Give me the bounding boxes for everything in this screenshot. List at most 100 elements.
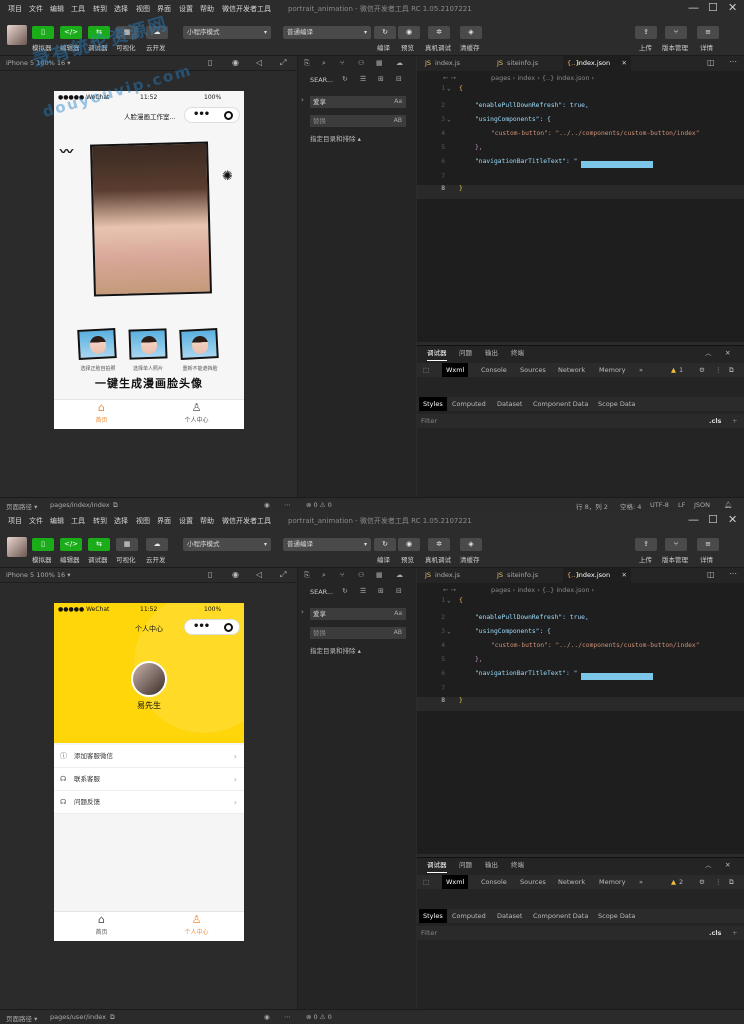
tab-debugger[interactable]: 调试器 xyxy=(427,346,447,361)
styles-filter[interactable]: Filter .cls + xyxy=(417,926,744,940)
real-debug-icon[interactable]: ✲ xyxy=(428,538,450,551)
tab-scope-data[interactable]: Scope Data xyxy=(598,909,635,923)
phone-icon[interactable]: ▯ xyxy=(208,58,212,67)
extensions-icon[interactable]: ▦ xyxy=(376,59,383,67)
cursor-position[interactable]: 行 8，列 2 xyxy=(576,501,608,511)
list-item-add-wechat[interactable]: ⓘ 添加客服微信 › xyxy=(54,745,244,768)
maximize-icon[interactable]: ☐ xyxy=(708,2,718,14)
close-icon[interactable]: ✕ xyxy=(728,514,737,526)
chevron-down-icon[interactable]: › xyxy=(301,96,304,104)
close-icon[interactable]: ✕ xyxy=(728,2,737,14)
version-icon[interactable]: ⑂ xyxy=(665,26,687,39)
close-mini-icon[interactable] xyxy=(224,111,233,120)
cloud-icon[interactable]: ☁ xyxy=(146,538,168,551)
minimize-icon[interactable]: — xyxy=(688,2,699,14)
chevron-up-icon[interactable]: ︿ xyxy=(705,858,712,872)
tab-index-json[interactable]: {..} index.json ✕ xyxy=(563,568,631,583)
upload-icon[interactable]: ⇪ xyxy=(635,26,657,39)
tab-index-json[interactable]: {..} index.json ✕ xyxy=(563,56,631,71)
cls-toggle[interactable]: .cls xyxy=(709,414,721,428)
close-mini-icon[interactable] xyxy=(224,623,233,632)
page-path-label[interactable]: 页面路径 ▾ xyxy=(6,501,37,511)
panel-console[interactable]: Console xyxy=(481,363,507,377)
new-search-icon[interactable]: ⊞ xyxy=(378,75,384,83)
tab-component-data[interactable]: Component Data xyxy=(533,909,588,923)
menu-settings[interactable]: 设置 xyxy=(179,516,193,526)
panel-more[interactable]: » xyxy=(639,363,643,377)
menu-file[interactable]: 文件 xyxy=(29,4,43,14)
settings-icon[interactable]: ⚙ xyxy=(699,363,705,377)
files-icon[interactable]: ⎘ xyxy=(304,59,310,68)
replace-all-label[interactable]: AB xyxy=(394,115,402,127)
more-icon[interactable]: ⋯ xyxy=(729,569,737,578)
menu-tools[interactable]: 工具 xyxy=(71,4,85,14)
tab-output[interactable]: 输出 xyxy=(485,858,498,872)
tab-debugger[interactable]: 调试器 xyxy=(427,858,447,873)
portrait-photo[interactable] xyxy=(90,141,212,297)
visual-icon[interactable]: ▦ xyxy=(116,538,138,551)
tab-home[interactable]: ⌂ 首页 xyxy=(54,914,149,937)
settings-icon[interactable]: ⚙ xyxy=(699,875,705,889)
menu-capsule[interactable]: ••• xyxy=(184,107,240,123)
chevron-down-icon[interactable]: › xyxy=(301,608,304,616)
panel-console[interactable]: Console xyxy=(481,875,507,889)
tab-terminal[interactable]: 终端 xyxy=(511,346,524,360)
issue-count[interactable]: ⊗ 0 ⚠ 0 xyxy=(306,1013,332,1021)
menu-wechat-devtools[interactable]: 微信开发者工具 xyxy=(222,516,271,526)
more-icon[interactable]: ⋯ xyxy=(284,501,291,509)
maximize-icon[interactable]: ☐ xyxy=(708,514,718,526)
upload-icon[interactable]: ⇪ xyxy=(635,538,657,551)
collapse-icon[interactable]: ⊟ xyxy=(396,75,402,83)
more-icon[interactable]: ⋯ xyxy=(729,57,737,66)
tab-problems[interactable]: 问题 xyxy=(459,858,472,872)
eol[interactable]: LF xyxy=(678,501,685,509)
kebab-icon[interactable]: ⋮ xyxy=(715,363,722,377)
indentation[interactable]: 空格: 4 xyxy=(620,501,641,511)
issue-count[interactable]: ⊗ 0 ⚠ 0 xyxy=(306,501,332,509)
panel-sources[interactable]: Sources xyxy=(520,363,546,377)
menu-project[interactable]: 项目 xyxy=(8,516,22,526)
eye-icon[interactable]: ◉ xyxy=(264,1013,270,1021)
files-icon[interactable]: ⎘ xyxy=(304,571,310,580)
menu-goto[interactable]: 转到 xyxy=(93,4,107,14)
fold-icon[interactable]: ⌄ xyxy=(447,116,451,123)
more-icon[interactable]: ⋯ xyxy=(284,1013,291,1021)
project-avatar[interactable] xyxy=(7,537,27,557)
panel-sources[interactable]: Sources xyxy=(520,875,546,889)
chevron-up-icon[interactable]: ︿ xyxy=(705,346,712,360)
bell-icon[interactable]: 🔔︎ xyxy=(724,501,732,509)
split-icon[interactable]: ◫ xyxy=(707,58,715,67)
menu-select[interactable]: 选择 xyxy=(114,516,128,526)
kebab-icon[interactable]: ⋮ xyxy=(715,875,722,889)
menu-goto[interactable]: 转到 xyxy=(93,516,107,526)
close-tab-icon[interactable]: ✕ xyxy=(622,568,627,583)
copy-icon[interactable]: ⧉ xyxy=(113,501,118,510)
tab-siteinfo-js[interactable]: JS siteinfo.js xyxy=(493,568,559,583)
scope-toggle[interactable]: 指定目录和排除 ▴ xyxy=(310,645,361,655)
language[interactable]: JSON xyxy=(694,501,710,509)
fold-icon[interactable]: ⌄ xyxy=(447,85,451,92)
page-path-label[interactable]: 页面路径 ▾ xyxy=(6,1013,37,1023)
preview-icon[interactable]: ◉ xyxy=(398,538,420,551)
extensions-icon[interactable]: ▦ xyxy=(376,571,383,579)
nav-arrows-icon[interactable]: ← → xyxy=(443,71,456,85)
menu-edit[interactable]: 编辑 xyxy=(50,516,64,526)
split-icon[interactable]: ◫ xyxy=(707,570,715,579)
warning-icon[interactable]: ▲ xyxy=(671,875,676,889)
menu-help[interactable]: 帮助 xyxy=(200,4,214,14)
compile-mode-select[interactable]: 普通编译 ▾ xyxy=(283,538,371,551)
project-avatar[interactable] xyxy=(7,25,27,45)
details-icon[interactable]: ≡ xyxy=(697,538,719,551)
tab-profile[interactable]: ♙ 个人中心 xyxy=(149,402,244,425)
tab-computed[interactable]: Computed xyxy=(452,909,486,923)
replace-input[interactable]: 替换 AB xyxy=(310,115,406,127)
mode-select[interactable]: 小程序模式 ▾ xyxy=(183,538,271,551)
menu-settings[interactable]: 设置 xyxy=(179,4,193,14)
more-icon[interactable]: ••• xyxy=(193,109,210,121)
panel-more[interactable]: » xyxy=(639,875,643,889)
inspect-icon[interactable]: ⬚ xyxy=(423,363,429,377)
menu-capsule[interactable]: ••• xyxy=(184,619,240,635)
nav-arrows-icon[interactable]: ← → xyxy=(443,583,456,597)
replace-input[interactable]: 替换 AB xyxy=(310,627,406,639)
refresh-icon[interactable]: ↻ xyxy=(342,75,348,83)
